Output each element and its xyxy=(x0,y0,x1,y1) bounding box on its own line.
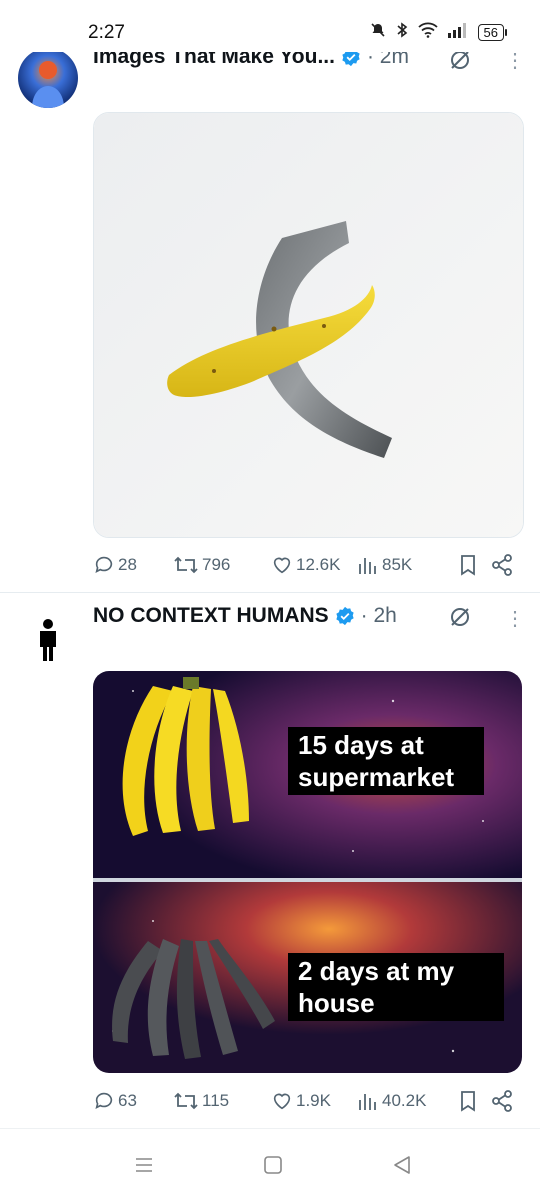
post-header: NO CONTEXT HUMANS · 2h xyxy=(93,604,397,628)
share-icon[interactable] xyxy=(491,554,513,576)
like-button[interactable]: 12.6K xyxy=(271,554,357,576)
meme-top-text: 15 days at supermarket xyxy=(288,727,484,795)
mute-bell-icon xyxy=(370,22,386,42)
like-count: 12.6K xyxy=(296,555,341,574)
verified-badge-icon xyxy=(336,606,354,626)
reply-count: 28 xyxy=(118,555,137,574)
views-count: 85K xyxy=(382,555,413,574)
more-options-icon[interactable]: ⋮ xyxy=(505,609,525,629)
views-icon xyxy=(359,558,376,574)
reply-button[interactable]: 63 xyxy=(93,1090,173,1112)
like-count: 1.9K xyxy=(296,1091,331,1110)
repost-icon xyxy=(174,556,198,574)
battery-indicator: 56 xyxy=(477,23,508,41)
signal-icon xyxy=(447,22,468,42)
more-options-icon[interactable]: ⋮ xyxy=(505,51,525,71)
reply-icon xyxy=(95,556,113,573)
menu-icon[interactable] xyxy=(134,1155,154,1175)
bluetooth-icon xyxy=(396,22,408,42)
repost-button[interactable]: 115 xyxy=(173,1090,271,1112)
wifi-icon xyxy=(417,22,438,42)
post-image[interactable] xyxy=(93,112,524,538)
heart-icon xyxy=(273,1093,291,1110)
banana-duct-tape-image xyxy=(94,113,523,537)
views-button[interactable]: 40.2K xyxy=(357,1090,457,1112)
views-icon xyxy=(359,1094,376,1110)
repost-count: 115 xyxy=(202,1091,230,1110)
repost-icon xyxy=(174,1092,198,1110)
status-bar: 2:27 56 xyxy=(0,0,540,52)
repost-count: 796 xyxy=(202,555,231,574)
grok-icon[interactable] xyxy=(448,605,472,629)
back-icon[interactable] xyxy=(392,1155,412,1175)
meme-bottom-text: 2 days at my house xyxy=(288,953,504,1021)
post-time: · 2h xyxy=(360,604,397,627)
system-navigation-bar xyxy=(0,1128,540,1200)
post-actions: 63 115 1.9K 40.2K xyxy=(93,1090,513,1112)
avatar[interactable] xyxy=(18,48,78,108)
reply-button[interactable]: 28 xyxy=(93,554,173,576)
status-icons: 56 xyxy=(370,22,508,42)
reply-count: 63 xyxy=(118,1091,137,1110)
post-actions: 28 796 12.6K 85K xyxy=(93,554,513,576)
home-icon[interactable] xyxy=(263,1155,283,1175)
heart-icon xyxy=(273,557,291,574)
views-count: 40.2K xyxy=(382,1091,427,1110)
author-name[interactable]: NO CONTEXT HUMANS xyxy=(93,604,329,628)
repost-button[interactable]: 796 xyxy=(173,554,271,576)
bookmark-icon[interactable] xyxy=(457,554,479,576)
post-image[interactable]: 15 days at supermarket 2 days at my hous… xyxy=(93,671,522,1073)
like-button[interactable]: 1.9K xyxy=(271,1090,357,1112)
avatar[interactable] xyxy=(18,609,78,669)
post-2[interactable]: NO CONTEXT HUMANS · 2h ⋮ 15 days at supe… xyxy=(0,593,540,1128)
bookmark-icon[interactable] xyxy=(457,1090,479,1112)
share-icon[interactable] xyxy=(491,1090,513,1112)
post-1[interactable]: Images That Make You... · 2m ⋮ 28 796 12… xyxy=(0,0,540,592)
views-button[interactable]: 85K xyxy=(357,554,457,576)
reply-icon xyxy=(95,1092,113,1109)
status-time: 2:27 xyxy=(88,22,125,43)
